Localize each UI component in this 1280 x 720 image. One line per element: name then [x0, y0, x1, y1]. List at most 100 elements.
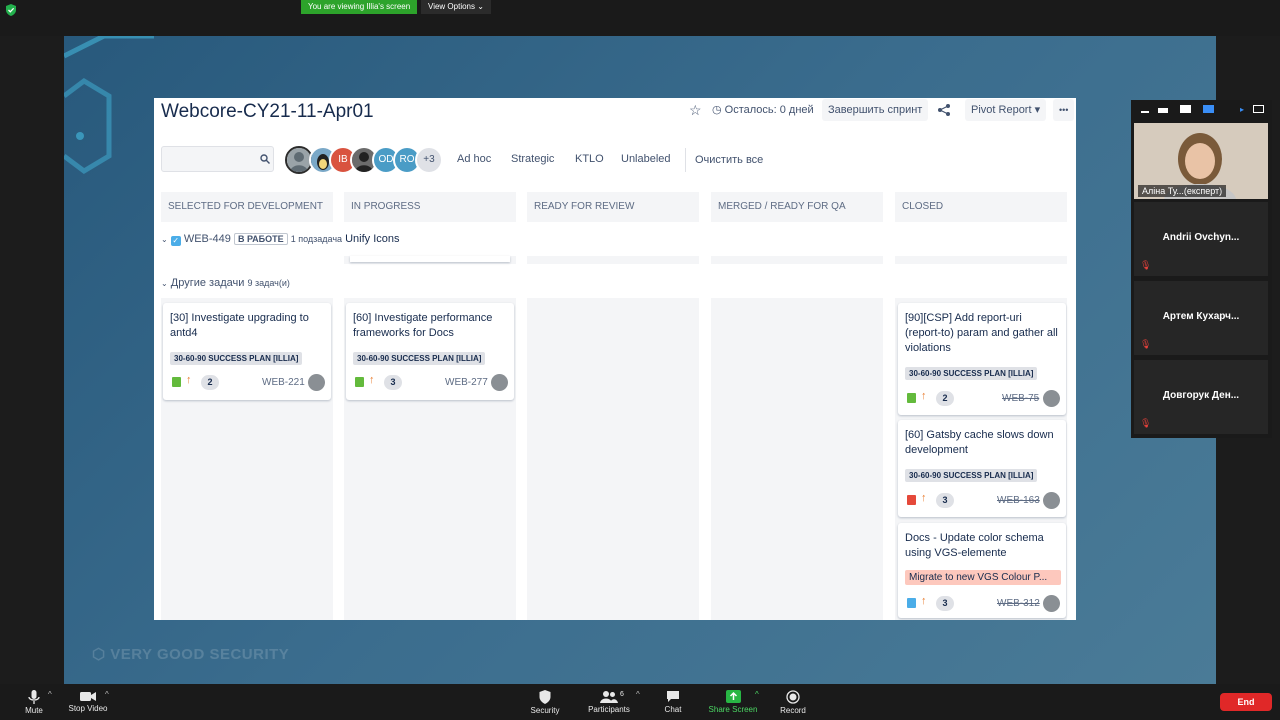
participants-icon [600, 691, 618, 703]
chat-icon [667, 691, 679, 702]
assignee-avatar[interactable] [308, 374, 325, 391]
priority-up-icon: ↑ [921, 492, 927, 504]
issue-key: WEB-449 [183, 233, 231, 245]
jira-board: Webcore-CY21-11-Apr01 ☆ ◷ Осталось: 0 дн… [154, 98, 1076, 620]
mute-button[interactable]: Mute [18, 684, 50, 720]
search-input[interactable] [161, 146, 274, 172]
top-bar [0, 0, 1280, 36]
strip-view-icon[interactable] [1158, 108, 1168, 113]
issue-key: WEB-312 [997, 598, 1040, 609]
minimize-icon[interactable] [1141, 111, 1149, 113]
checkbox-icon: ✓ [170, 236, 181, 246]
participants-button[interactable]: Participants [582, 684, 636, 720]
chat-button[interactable]: Chat [659, 684, 687, 720]
column-header: SELECTED FOR DEVELOPMENT [161, 192, 333, 222]
swimlane-label: Другие задачи [170, 277, 245, 289]
bug-icon [907, 495, 916, 505]
muted-mic-icon: 🎙︎ [1140, 260, 1152, 270]
view-options-button[interactable]: View Options ⌄ [421, 0, 491, 14]
person-icon [287, 148, 311, 172]
end-meeting-button[interactable]: End [1220, 693, 1272, 711]
caret-up-icon[interactable]: ^ [755, 690, 759, 699]
complete-sprint-button[interactable]: Завершить спринт [822, 99, 929, 121]
issue-count: 9 задач(и) [247, 278, 290, 288]
column-cell [527, 256, 699, 264]
story-points: 3 [384, 375, 402, 390]
card-title: Docs - Update color schema using VGS-ele… [905, 532, 1044, 559]
meeting-toolbar: Mute ^ Stop Video ^ Security Participant… [0, 684, 1280, 720]
next-page-icon[interactable]: ▸ [1240, 105, 1244, 114]
caret-up-icon[interactable]: ^ [105, 690, 109, 699]
assignee-avatar[interactable] [1043, 492, 1060, 509]
more-button[interactable]: ••• [1053, 99, 1075, 121]
story-points: 3 [936, 493, 954, 508]
share-screen-label: Share Screen [708, 705, 758, 714]
epic-label: 30-60-90 SUCCESS PLAN [ILLIA] [905, 367, 1038, 380]
issue-key: WEB-277 [445, 377, 488, 388]
story-icon [172, 377, 181, 387]
issue-key: WEB-221 [262, 377, 305, 388]
issue-key: WEB-75 [1002, 393, 1040, 404]
stop-video-label: Stop Video [68, 704, 108, 713]
record-button[interactable]: Record [776, 684, 810, 720]
chat-label: Chat [664, 705, 682, 714]
muted-mic-icon: 🎙︎ [1140, 418, 1152, 428]
chevron-down-icon: ⌄ [161, 235, 168, 244]
pop-out-icon[interactable] [1253, 105, 1264, 113]
participant-name: Артем Кухарч... [1162, 311, 1240, 322]
issue-card[interactable]: [60] Investigate performance frameworks … [346, 303, 514, 400]
card-title: [60] Investigate performance frameworks … [353, 312, 493, 339]
filter-divider [685, 148, 686, 172]
share-icon[interactable] [937, 103, 951, 117]
status-badge: В РАБОТЕ [233, 233, 288, 245]
share-screen-button[interactable]: Share Screen [704, 684, 762, 720]
story-icon [355, 377, 364, 387]
swimlane-header[interactable]: ⌄ Другие задачи 9 задач(и) [161, 277, 290, 289]
filter-ad-hoc[interactable]: Ad hoc [451, 148, 497, 170]
column-header: IN PROGRESS [344, 192, 516, 222]
participant-tile[interactable]: Довгорук Ден... 🎙︎ [1134, 360, 1268, 434]
security-label: Security [530, 706, 560, 715]
shield-icon[interactable] [5, 4, 17, 16]
gallery-view-icon[interactable] [1203, 105, 1214, 113]
filter-ktlo[interactable]: KTLO [569, 148, 610, 170]
column-header: MERGED / READY FOR QA [711, 192, 883, 222]
assignee-avatar[interactable] [1043, 595, 1060, 612]
security-button[interactable]: Security [524, 684, 566, 720]
story-icon [907, 393, 916, 403]
participant-tile[interactable]: Andrii Ovchyn... 🎙︎ [1134, 202, 1268, 276]
caret-up-icon[interactable]: ^ [636, 690, 640, 699]
filter-strategic[interactable]: Strategic [505, 148, 560, 170]
issue-card[interactable]: [30] Investigate upgrading to antd4 30-6… [163, 303, 331, 400]
participant-tile[interactable]: Артем Кухарч... 🎙︎ [1134, 281, 1268, 355]
issue-card[interactable]: [60] Gatsby cache slows down development… [898, 420, 1066, 517]
priority-up-icon: ↑ [921, 595, 927, 607]
issue-card[interactable]: [90][CSP] Add report-uri (report-to) par… [898, 303, 1066, 415]
view-options-label: View Options [428, 2, 475, 11]
share-screen-icon [725, 690, 741, 703]
priority-up-icon: ↑ [369, 374, 375, 386]
participant-video[interactable]: Аліна Ту...(експерт) [1134, 123, 1268, 199]
pivot-report-button[interactable]: Pivot Report ▾ [965, 99, 1047, 121]
caret-up-icon[interactable]: ^ [48, 690, 52, 699]
task-icon [907, 598, 916, 608]
issue-card[interactable]: Docs - Update color schema using VGS-ele… [898, 523, 1066, 618]
swimlane-header[interactable]: ⌄ ✓ WEB-449 В РАБОТЕ 1 подзадача Unify I… [161, 233, 481, 246]
issue-key: WEB-163 [997, 495, 1040, 506]
avatar-more[interactable]: +3 [415, 146, 443, 174]
star-icon[interactable]: ☆ [689, 102, 702, 119]
epic-label: 30-60-90 SUCCESS PLAN [ILLIA] [905, 469, 1038, 482]
filter-unlabeled[interactable]: Unlabeled [615, 148, 677, 170]
microphone-icon [28, 690, 40, 704]
speaker-view-icon[interactable] [1180, 105, 1191, 113]
epic-label: 30-60-90 SUCCESS PLAN [ILLIA] [170, 352, 303, 365]
priority-up-icon: ↑ [921, 390, 927, 402]
column-cell [711, 256, 883, 264]
assignee-avatar[interactable] [491, 374, 508, 391]
search-icon [260, 154, 270, 164]
story-points: 2 [936, 391, 954, 406]
assignee-avatar[interactable] [1043, 390, 1060, 407]
muted-mic-icon: 🎙︎ [1140, 339, 1152, 349]
clear-filters-link[interactable]: Очистить все [689, 149, 769, 171]
card-title: [60] Gatsby cache slows down development [905, 429, 1054, 456]
